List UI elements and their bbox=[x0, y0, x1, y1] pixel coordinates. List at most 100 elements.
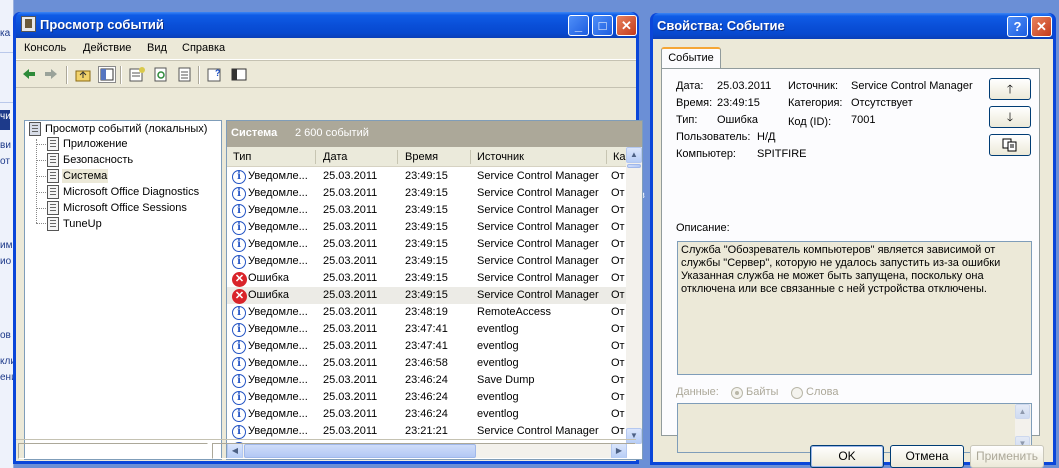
console-view-icon[interactable] bbox=[230, 66, 248, 83]
apply-button[interactable]: Применить bbox=[970, 445, 1044, 468]
info-icon: i bbox=[232, 323, 246, 337]
info-icon: i bbox=[232, 221, 246, 235]
tree-item-label: Система bbox=[62, 169, 109, 183]
row-source: eventlog bbox=[477, 340, 519, 352]
row-source: Service Control Manager bbox=[477, 238, 599, 250]
up-folder-icon[interactable] bbox=[74, 66, 92, 83]
bg-text: от bbox=[0, 156, 10, 167]
ok-button[interactable]: OK bbox=[810, 445, 884, 468]
table-row[interactable]: i Уведомле... 25.03.2011 23:49:15 Service Co… bbox=[227, 185, 627, 202]
cancel-button[interactable]: Отмена bbox=[890, 445, 964, 468]
properties-titlebar[interactable]: Свойства: Событие ? ✕ bbox=[653, 13, 1053, 39]
source-value: Service Control Manager bbox=[851, 80, 973, 92]
table-row[interactable]: i Уведомле... 25.03.2011 23:47:41 eventlog От bbox=[227, 338, 627, 355]
data-scroll-up-icon[interactable]: ▲ bbox=[1015, 404, 1030, 419]
row-source: Service Control Manager bbox=[477, 255, 599, 267]
menu-help[interactable]: Справка bbox=[182, 42, 225, 54]
dialog-close-button[interactable]: ✕ bbox=[1031, 16, 1052, 37]
row-category: От bbox=[611, 425, 625, 437]
row-date: 25.03.2011 bbox=[323, 170, 378, 182]
table-row[interactable]: ✕ Ошибка 25.03.2011 23:49:15 Service Control… bbox=[227, 270, 627, 287]
row-source: eventlog bbox=[477, 391, 519, 403]
event-viewer-titlebar[interactable]: Просмотр событий _ □ ✕ bbox=[16, 12, 637, 38]
dialog-title: Свойства: Событие bbox=[657, 18, 785, 33]
scroll-up-icon[interactable]: ▲ bbox=[626, 147, 642, 163]
row-time: 23:49:15 bbox=[405, 204, 448, 216]
copy-button[interactable] bbox=[989, 134, 1031, 156]
pane-header: Система 2 600 событий bbox=[227, 121, 642, 147]
row-type-label: Уведомле... bbox=[248, 357, 308, 369]
row-category: От bbox=[611, 289, 625, 301]
row-time: 23:49:15 bbox=[405, 255, 448, 267]
column-source[interactable]: Источник bbox=[477, 151, 524, 167]
time-label: Время: bbox=[676, 97, 713, 109]
table-row[interactable]: i Уведомле... 25.03.2011 23:46:24 Save Dump О… bbox=[227, 372, 627, 389]
row-time: 23:49:15 bbox=[405, 187, 448, 199]
show-tree-icon[interactable] bbox=[98, 66, 116, 83]
back-icon[interactable] bbox=[20, 66, 38, 83]
table-row[interactable]: i Уведомле... 25.03.2011 23:21:21 Service Co… bbox=[227, 423, 627, 440]
event-viewer-app-icon[interactable] bbox=[21, 16, 36, 32]
export-list-icon[interactable] bbox=[176, 66, 194, 83]
table-row[interactable]: i Уведомле... 25.03.2011 23:46:24 eventlog От bbox=[227, 406, 627, 423]
row-type-label: Уведомле... bbox=[248, 306, 308, 318]
radio-words[interactable] bbox=[791, 387, 803, 399]
column-category[interactable]: Ка bbox=[613, 151, 626, 167]
table-row[interactable]: i Уведомле... 25.03.2011 23:49:15 Service Co… bbox=[227, 168, 627, 185]
time-value: 23:49:15 bbox=[717, 97, 760, 109]
info-icon: i bbox=[232, 425, 246, 439]
row-category: От bbox=[611, 408, 625, 420]
row-date: 25.03.2011 bbox=[323, 357, 378, 369]
properties-icon[interactable] bbox=[128, 66, 146, 83]
row-type-label: Уведомле... bbox=[248, 323, 308, 335]
table-row[interactable]: i Уведомле... 25.03.2011 23:49:15 Service Co… bbox=[227, 236, 627, 253]
row-type-label: Уведомле... bbox=[248, 170, 308, 182]
row-source: eventlog bbox=[477, 357, 519, 369]
close-button[interactable]: ✕ bbox=[616, 15, 637, 36]
next-event-button[interactable]: 🡓 bbox=[989, 106, 1031, 128]
table-row[interactable]: i Уведомле... 25.03.2011 23:46:24 eventlog От bbox=[227, 389, 627, 406]
row-date: 25.03.2011 bbox=[323, 306, 378, 318]
table-row[interactable]: ✕ Ошибка 25.03.2011 23:49:15 Service Control… bbox=[227, 287, 627, 304]
help-button[interactable]: ? bbox=[1007, 16, 1028, 37]
bg-block: чи bbox=[0, 110, 11, 130]
help-icon[interactable]: ? bbox=[206, 66, 224, 83]
row-type-label: Ошибка bbox=[248, 272, 289, 284]
error-icon: ✕ bbox=[232, 272, 247, 287]
tab-event[interactable]: Событие bbox=[661, 47, 721, 68]
forward-icon[interactable] bbox=[42, 66, 60, 83]
vertical-scrollbar[interactable]: ▲ ▼ bbox=[626, 147, 642, 444]
table-row[interactable]: i Уведомле... 25.03.2011 23:48:19 RemoteAcce… bbox=[227, 304, 627, 321]
row-date: 25.03.2011 bbox=[323, 204, 378, 216]
tree-item-label: Безопасность bbox=[63, 154, 134, 166]
row-type-label: Уведомле... bbox=[248, 425, 308, 437]
row-source: Service Control Manager bbox=[477, 272, 599, 284]
column-time[interactable]: Время bbox=[405, 151, 438, 167]
maximize-button[interactable]: □ bbox=[592, 15, 613, 36]
column-type[interactable]: Тип bbox=[233, 151, 251, 167]
bg-text: ов bbox=[0, 330, 11, 341]
table-row[interactable]: i Уведомле... 25.03.2011 23:46:58 eventlog От bbox=[227, 355, 627, 372]
background-window-strip: ка ви от им ио ов кли ени bbox=[0, 0, 17, 468]
log-icon bbox=[47, 217, 59, 231]
vertical-scroll-thumb[interactable] bbox=[627, 164, 641, 168]
description-textbox[interactable]: Служба "Обозреватель компьютеров" являет… bbox=[677, 241, 1032, 375]
row-time: 23:49:15 bbox=[405, 170, 448, 182]
event-properties-dialog: Свойства: Событие ? ✕ Событие Дата: 25.0… bbox=[650, 13, 1056, 468]
table-row[interactable]: i Уведомле... 25.03.2011 23:49:15 Service Co… bbox=[227, 219, 627, 236]
minimize-button[interactable]: _ bbox=[568, 15, 589, 36]
table-row[interactable]: i Уведомле... 25.03.2011 23:47:41 eventlog От bbox=[227, 321, 627, 338]
row-type-label: Уведомле... bbox=[248, 187, 308, 199]
table-row[interactable]: i Уведомле... 25.03.2011 23:49:15 Service Co… bbox=[227, 202, 627, 219]
menu-view[interactable]: Вид bbox=[147, 42, 167, 54]
log-icon bbox=[47, 185, 59, 199]
menu-console[interactable]: Консоль bbox=[24, 42, 66, 54]
row-date: 25.03.2011 bbox=[323, 272, 378, 284]
menu-action[interactable]: Действие bbox=[83, 42, 131, 54]
refresh-icon[interactable] bbox=[152, 66, 170, 83]
previous-event-button[interactable]: 🡑 bbox=[989, 78, 1031, 100]
table-row[interactable]: i Уведомле... 25.03.2011 23:49:15 Service Co… bbox=[227, 253, 627, 270]
column-date[interactable]: Дата bbox=[323, 151, 347, 167]
bg-text: ио bbox=[0, 256, 12, 267]
radio-bytes[interactable] bbox=[731, 387, 743, 399]
